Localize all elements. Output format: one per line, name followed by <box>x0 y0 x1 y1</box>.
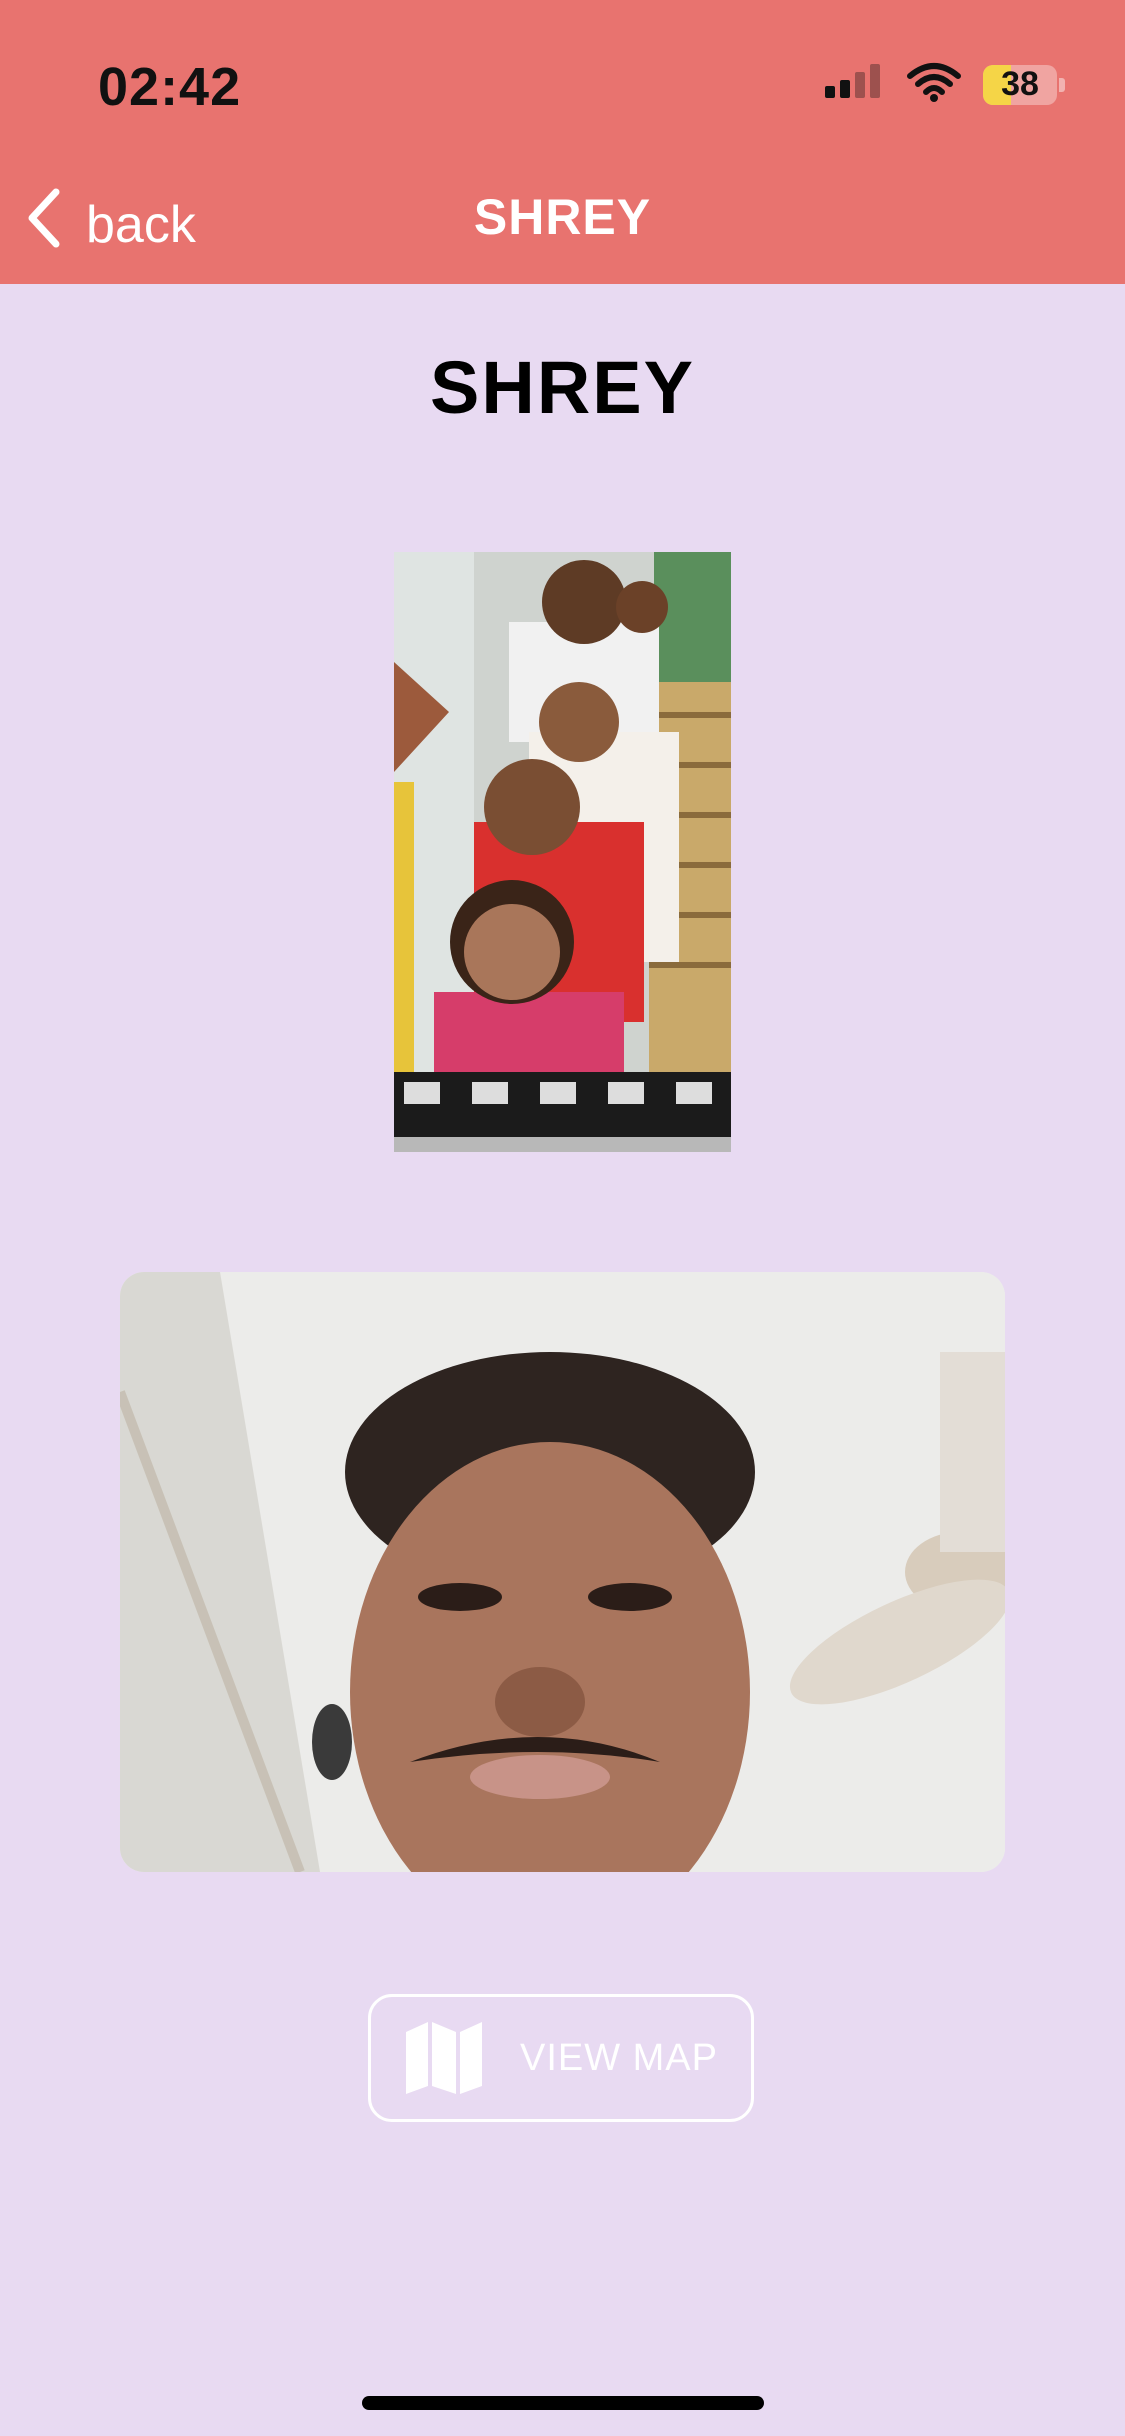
nav-title: SHREY <box>473 189 652 245</box>
wifi-icon <box>907 62 961 107</box>
selfie-photo <box>120 1272 1005 1872</box>
status-time: 02:42 <box>98 57 242 117</box>
map-icon <box>404 2016 484 2101</box>
view-map-button[interactable]: VIEW MAP <box>368 1994 754 2122</box>
battery-percent: 38 <box>1001 65 1039 103</box>
status-icons: 38 <box>825 62 1065 107</box>
battery-tip <box>1059 77 1065 92</box>
view-map-label: VIEW MAP <box>519 2036 719 2079</box>
status-bar: 02:42 38 <box>0 0 1125 160</box>
home-indicator[interactable] <box>362 2396 764 2410</box>
nav-bar: back SHREY <box>0 160 1125 284</box>
page-title: SHREY <box>430 346 695 429</box>
battery-indicator: 38 <box>983 64 1057 105</box>
group-photo <box>394 552 731 1152</box>
cellular-signal-icon <box>825 62 885 107</box>
